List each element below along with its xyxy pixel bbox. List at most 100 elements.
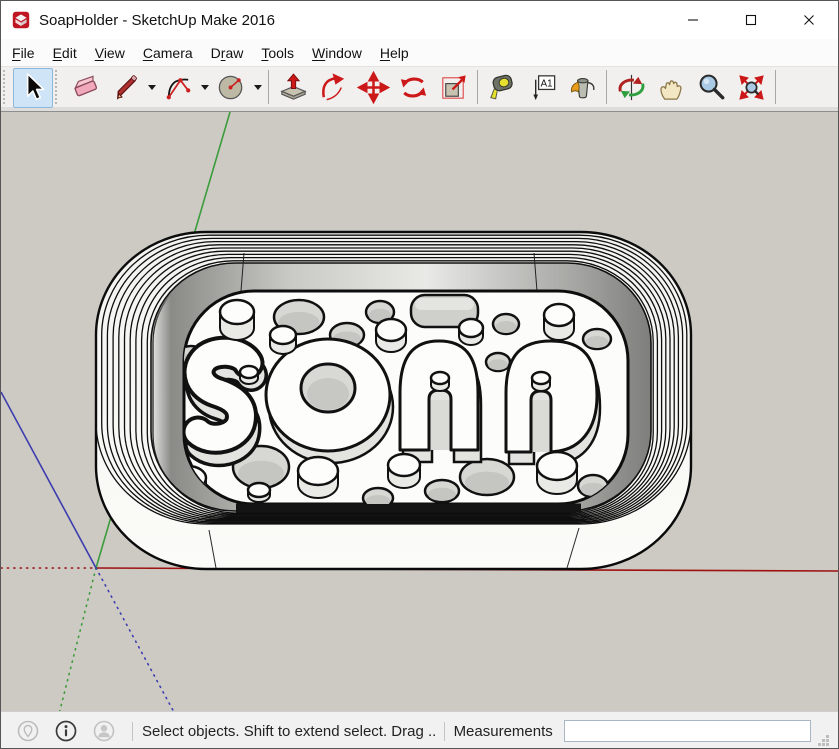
support-peg <box>537 452 577 494</box>
tool-eraser-button[interactable] <box>65 68 105 108</box>
axis-blue-solid <box>1 392 96 568</box>
toolbar-group: A1 <box>482 68 602 111</box>
tool-zoom-extents-button[interactable] <box>731 68 771 108</box>
toolbar-grip[interactable] <box>55 70 62 104</box>
drain-hole <box>460 459 514 495</box>
soap-letter-p <box>506 341 600 464</box>
orbit-icon <box>615 71 648 104</box>
tool-orbit-button[interactable] <box>611 68 651 108</box>
support-peg <box>459 319 483 345</box>
line-icon <box>109 71 142 104</box>
credits-icon[interactable] <box>53 718 79 744</box>
support-peg <box>388 454 420 488</box>
status-hint: Select objects. Shift to extend select. … <box>142 723 435 740</box>
tool-arc-dropdown[interactable] <box>198 68 211 108</box>
toolbar: A1 <box>1 67 838 112</box>
tool-arc-button[interactable] <box>158 68 198 108</box>
support-peg <box>376 319 406 352</box>
model-canvas: SoapHolder soap dish 3D model <box>1 112 838 711</box>
drain-hole <box>493 314 519 334</box>
zoom-icon <box>695 71 728 104</box>
tool-line-button[interactable] <box>105 68 145 108</box>
menu-camera[interactable]: Camera <box>134 41 202 65</box>
soap-letter-a <box>400 341 481 462</box>
text-icon: A1 <box>526 71 559 104</box>
support-peg <box>544 304 574 340</box>
follow-me-icon <box>317 71 350 104</box>
statusbar-separator <box>132 722 133 741</box>
sign-in-icon[interactable] <box>91 718 117 744</box>
viewport-3d[interactable]: SoapHolder soap dish 3D model <box>1 112 838 711</box>
toolbar-separator <box>268 70 269 104</box>
rotate-icon <box>397 71 430 104</box>
menu-help[interactable]: Help <box>371 41 418 65</box>
zoom-extents-icon <box>735 71 768 104</box>
toolbar-grip[interactable] <box>3 70 10 104</box>
tape-measure-icon <box>486 71 519 104</box>
tool-zoom-button[interactable] <box>691 68 731 108</box>
pan-icon <box>655 71 688 104</box>
menubar: FileEditViewCameraDrawToolsWindowHelp <box>1 39 838 67</box>
support-peg <box>270 326 296 354</box>
geolocation-icon[interactable] <box>15 718 41 744</box>
measurements-input[interactable] <box>564 720 811 742</box>
tool-scale-button[interactable] <box>433 68 473 108</box>
support-peg <box>532 372 550 391</box>
tool-rotate-button[interactable] <box>393 68 433 108</box>
move-icon <box>357 71 390 104</box>
tool-circle-dropdown[interactable] <box>251 68 264 108</box>
tool-tape-measure-button[interactable] <box>482 68 522 108</box>
select-icon <box>17 71 50 104</box>
support-peg <box>240 366 258 384</box>
toolbar-separator <box>606 70 607 104</box>
chevron-down-icon <box>201 85 209 90</box>
menu-tools[interactable]: Tools <box>252 41 303 65</box>
tool-circle-button[interactable] <box>211 68 251 108</box>
support-peg <box>220 300 254 340</box>
menu-draw[interactable]: Draw <box>202 41 253 65</box>
app-window: SoapHolder - SketchUp Make 2016 FileEdit… <box>0 0 839 749</box>
menu-window[interactable]: Window <box>303 41 371 65</box>
measurements-label: Measurements <box>454 723 553 740</box>
svg-text:A1: A1 <box>540 78 552 89</box>
support-peg <box>431 372 449 391</box>
menu-edit[interactable]: Edit <box>44 41 86 65</box>
minimize-icon <box>687 14 699 26</box>
resize-grip-icon[interactable] <box>817 734 830 747</box>
menu-file[interactable]: File <box>3 41 44 65</box>
menu-view[interactable]: View <box>86 41 134 65</box>
toolbar-group <box>13 68 53 111</box>
tool-text-button[interactable]: A1 <box>522 68 562 108</box>
axis-blue-dotted <box>96 568 175 711</box>
tool-select-button[interactable] <box>13 68 53 108</box>
support-peg <box>298 457 338 498</box>
toolbar-group <box>273 68 473 111</box>
support-peg <box>248 483 270 502</box>
tool-line-dropdown[interactable] <box>145 68 158 108</box>
eraser-icon <box>69 71 102 104</box>
close-button[interactable] <box>780 1 838 39</box>
toolbar-group <box>611 68 771 111</box>
arc-icon <box>162 71 195 104</box>
chevron-down-icon <box>148 85 156 90</box>
window-controls <box>664 1 838 39</box>
circle-icon <box>215 71 248 104</box>
soap-letter-o <box>266 339 393 463</box>
tool-push-pull-button[interactable] <box>273 68 313 108</box>
drain-hole <box>425 480 459 502</box>
tool-paint-bucket-button[interactable] <box>562 68 602 108</box>
maximize-button[interactable] <box>722 1 780 39</box>
soap-holder-model <box>96 232 691 569</box>
tool-move-button[interactable] <box>353 68 393 108</box>
axis-green-dotted <box>59 568 96 711</box>
tool-follow-me-button[interactable] <box>313 68 353 108</box>
paint-bucket-icon <box>566 71 599 104</box>
titlebar: SoapHolder - SketchUp Make 2016 <box>1 1 838 39</box>
sketchup-logo-icon <box>12 11 30 29</box>
push-pull-icon <box>277 71 310 104</box>
statusbar: Select objects. Shift to extend select. … <box>1 711 838 749</box>
minimize-button[interactable] <box>664 1 722 39</box>
toolbar-separator <box>477 70 478 104</box>
scale-icon <box>437 71 470 104</box>
tool-pan-button[interactable] <box>651 68 691 108</box>
